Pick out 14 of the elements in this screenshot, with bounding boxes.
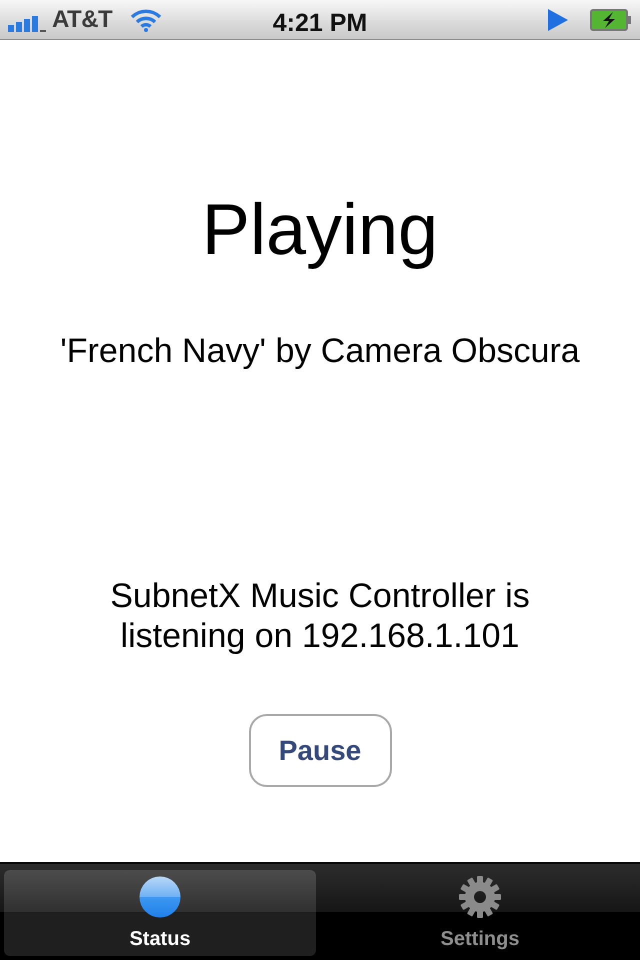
signal-bars-icon (8, 14, 46, 32)
play-icon (548, 8, 568, 30)
gear-icon (459, 876, 501, 918)
status-title: Playing (202, 189, 438, 272)
track-info: 'French Navy' by Camera Obscura (60, 332, 580, 370)
pause-button[interactable]: Pause (248, 714, 392, 787)
carrier-name: AT&T (52, 4, 112, 34)
charging-battery-icon (590, 8, 632, 30)
wifi-icon (130, 8, 162, 32)
sphere-icon (139, 876, 181, 918)
tab-item[interactable]: Status (4, 870, 316, 956)
listening-message: SubnetX Music Controller is listening on 192.168.1.101 (109, 576, 531, 656)
status-time: 4:21 PM (272, 8, 368, 39)
tab-item[interactable]: Settings (324, 870, 636, 956)
